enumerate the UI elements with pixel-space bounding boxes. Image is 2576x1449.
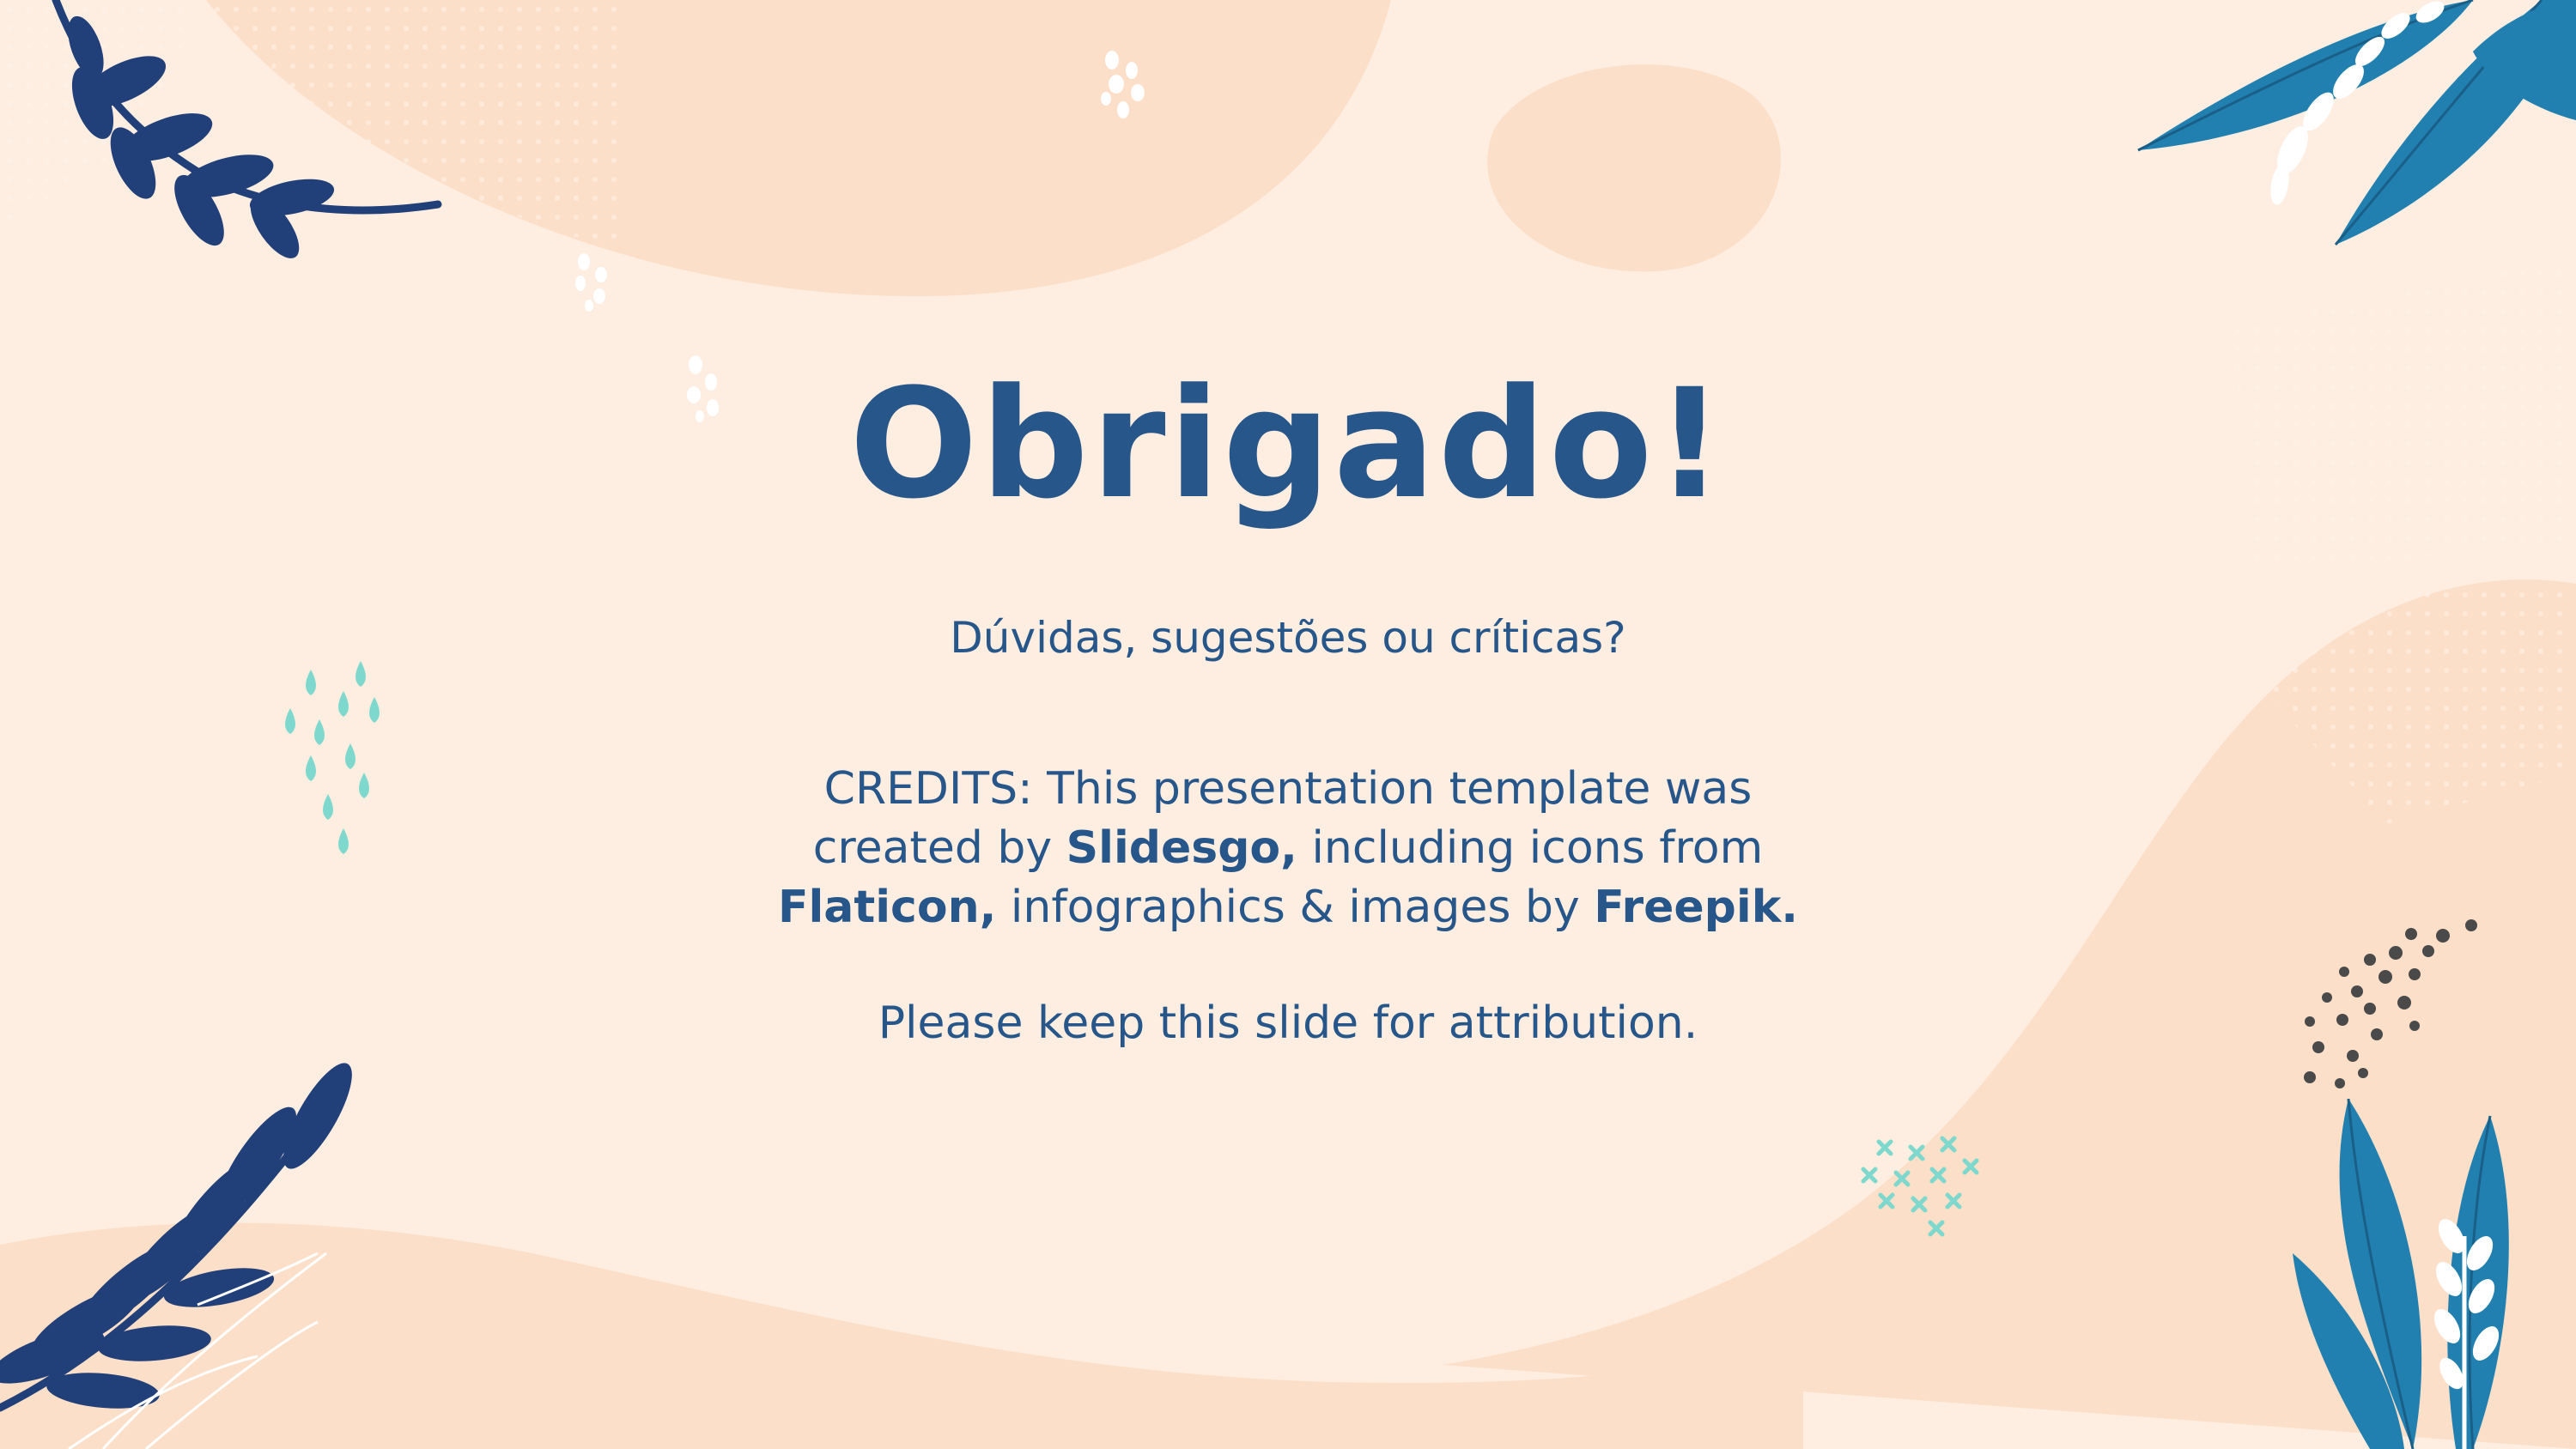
credits-text-2: including icons from	[1297, 822, 1764, 874]
slide: Obrigado! Dúvidas, sugestões ou críticas…	[0, 0, 2576, 1449]
credits-paragraph: CREDITS: This presentation template was …	[773, 760, 1803, 937]
slide-subtitle: Dúvidas, sugestões ou críticas?	[950, 613, 1626, 663]
slide-content: Obrigado! Dúvidas, sugestões ou críticas…	[0, 0, 2576, 1449]
credits-link-slidesgo[interactable]: Slidesgo,	[1066, 822, 1297, 874]
credits-link-flaticon[interactable]: Flaticon,	[778, 882, 996, 933]
credits-link-freepik[interactable]: Freepik.	[1594, 882, 1798, 933]
slide-title: Obrigado!	[849, 356, 1727, 532]
attribution-note: Please keep this slide for attribution.	[878, 997, 1698, 1049]
credits-text-3: infographics & images by	[996, 882, 1595, 933]
